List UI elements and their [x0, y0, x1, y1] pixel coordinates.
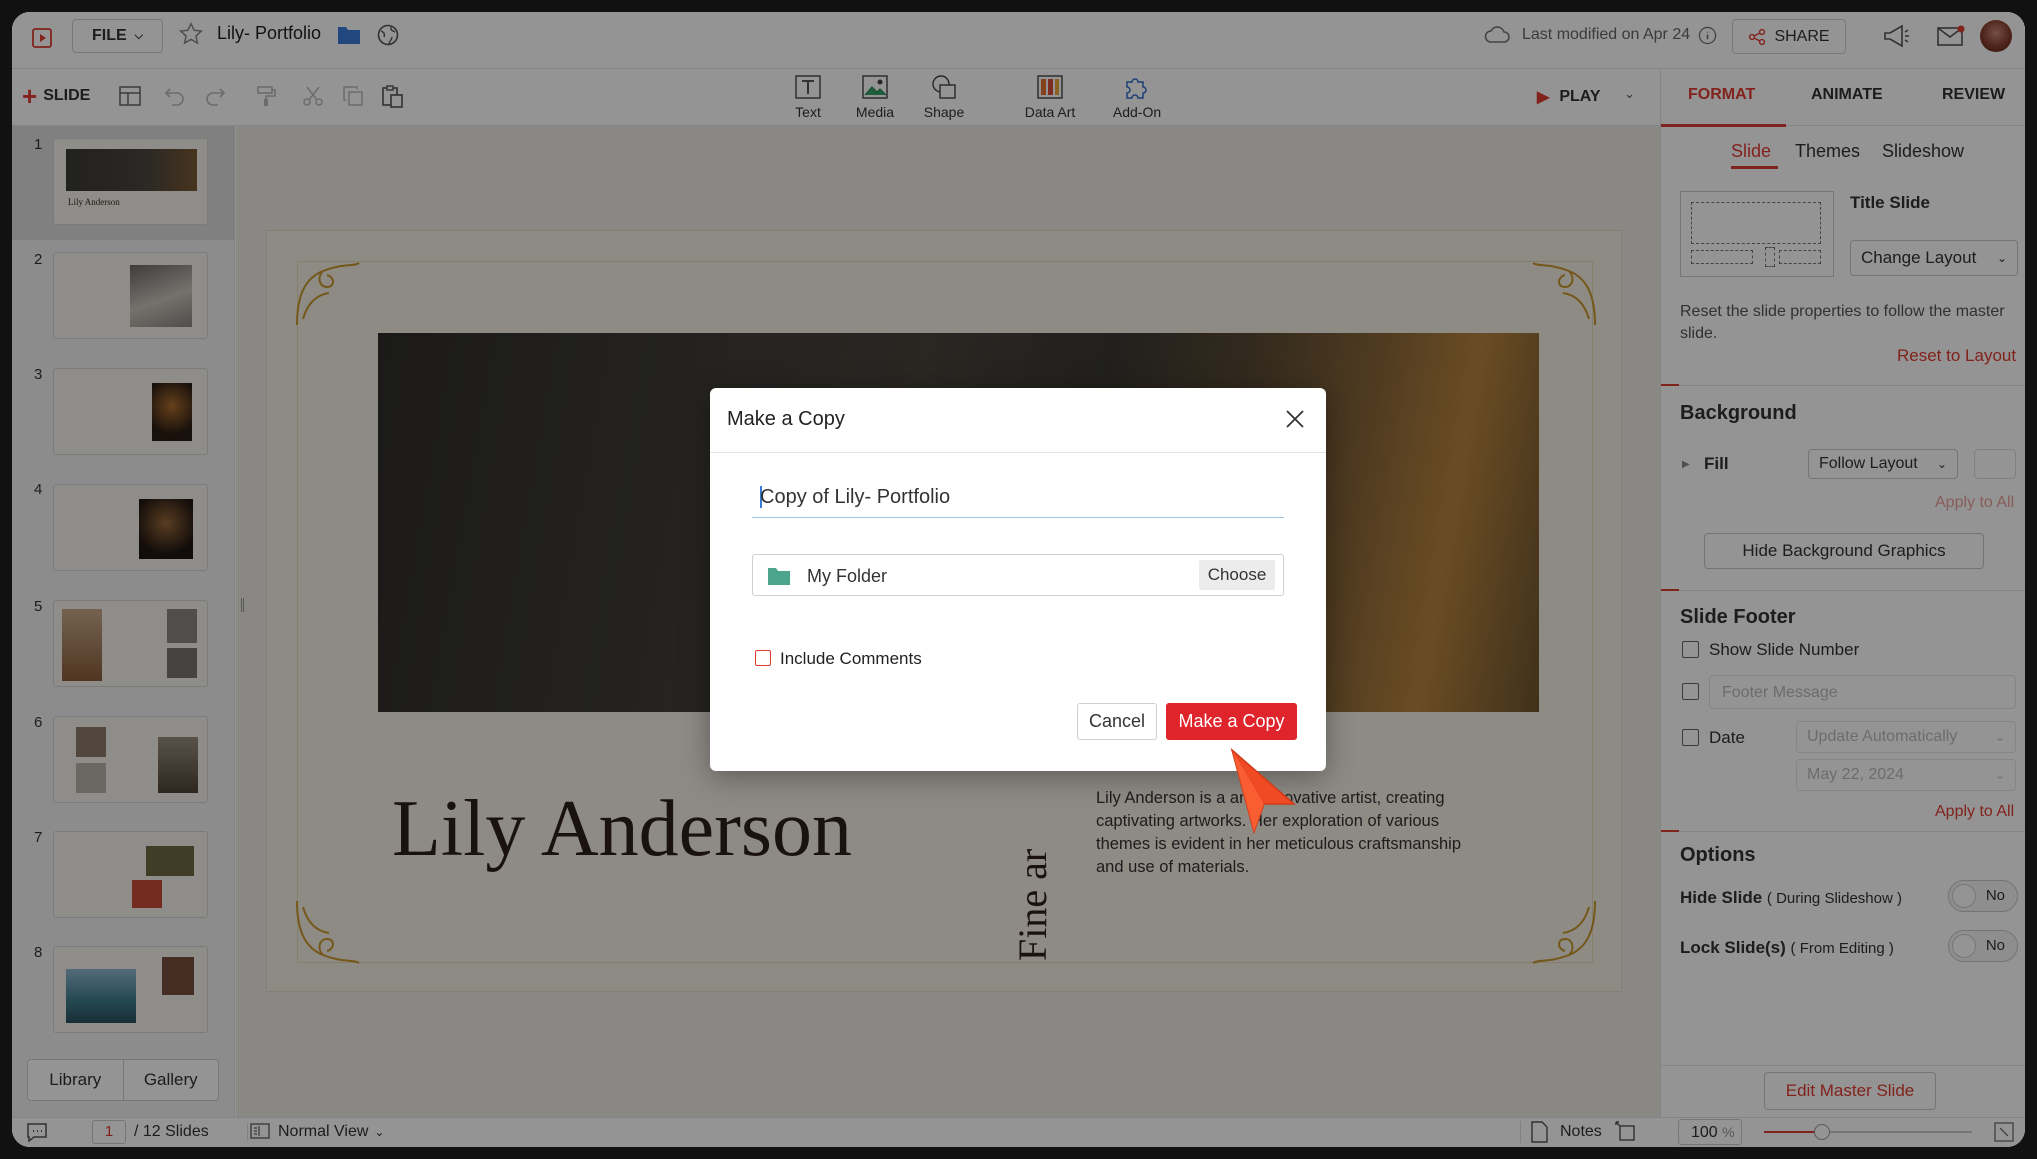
dialog-divider: [710, 452, 1326, 453]
cursor-pointer-icon: [1224, 746, 1304, 836]
app-window: FILE ⌵ Lily- Portfolio Last modified on A…: [12, 12, 2025, 1147]
folder-icon: [767, 566, 791, 586]
dialog-title: Make a Copy: [727, 408, 845, 430]
destination-folder-field: My Folder Choose: [752, 554, 1284, 596]
copy-name-value: Copy of Lily- Portfolio: [760, 486, 951, 508]
close-icon[interactable]: [1284, 408, 1306, 430]
make-a-copy-dialog: Make a Copy Copy of Lily- Portfolio My F…: [710, 388, 1326, 771]
make-a-copy-button[interactable]: Make a Copy: [1166, 703, 1297, 740]
copy-name-input[interactable]: Copy of Lily- Portfolio: [752, 482, 1284, 518]
choose-folder-button[interactable]: Choose: [1199, 560, 1275, 590]
cancel-button[interactable]: Cancel: [1077, 703, 1157, 740]
include-comments-label: Include Comments: [780, 649, 922, 668]
folder-name: My Folder: [807, 566, 888, 586]
include-comments-checkbox[interactable]: [755, 650, 771, 666]
